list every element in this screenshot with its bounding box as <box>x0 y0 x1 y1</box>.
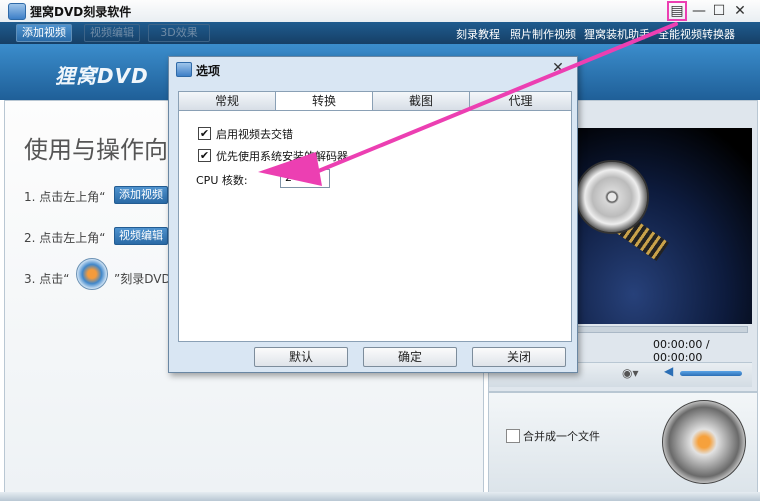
edit-video-button[interactable]: 视频编辑 <box>84 24 140 42</box>
effect-3d-button[interactable]: 3D效果 <box>148 24 210 42</box>
step-3-text: 3. 点击“ <box>24 272 70 286</box>
step-1-text: 1. 点击左上角“ <box>24 190 106 204</box>
status-strip <box>0 492 760 501</box>
step-1-add-video-button[interactable]: 添加视频 <box>114 186 168 204</box>
film-reel-icon <box>575 160 649 234</box>
cpu-cores-label: CPU 核数: <box>196 174 248 187</box>
dialog-app-icon <box>176 62 192 77</box>
volume-icon[interactable]: ◀ <box>664 364 673 378</box>
step-3-tail: ”刻录DVD <box>114 272 171 286</box>
link-install-helper[interactable]: 狸窝装机助手 <box>584 26 650 42</box>
camera-icon[interactable]: ◉▾ <box>622 366 639 380</box>
burn-button[interactable] <box>662 400 746 484</box>
add-video-button[interactable]: 添加视频 <box>16 24 72 42</box>
step-2-text: 2. 点击左上角“ <box>24 231 106 245</box>
default-button[interactable]: 默认 <box>254 347 348 367</box>
system-decoder-checkbox[interactable]: ✔ <box>198 149 211 162</box>
guide-title: 使用与操作向 <box>24 136 168 164</box>
minimize-icon[interactable]: — <box>690 2 708 20</box>
deinterlace-label: 启用视频去交错 <box>216 128 293 141</box>
chevron-down-icon[interactable]: ▼ <box>312 170 319 180</box>
link-video-converter[interactable]: 全能视频转换器 <box>658 26 735 42</box>
link-photo-video[interactable]: 照片制作视频 <box>510 26 576 42</box>
tab-proxy[interactable]: 代理 <box>469 91 572 111</box>
deinterlace-checkbox[interactable]: ✔ <box>198 127 211 140</box>
tab-general[interactable]: 常规 <box>178 91 276 111</box>
annotation-highlight-box <box>667 1 687 21</box>
tab-content-convert <box>178 110 572 342</box>
system-decoder-label: 优先使用系统安装的解码器 <box>216 150 348 163</box>
merge-checkbox[interactable] <box>506 429 520 443</box>
app-icon <box>8 3 26 20</box>
ok-button[interactable]: 确定 <box>363 347 457 367</box>
tab-convert[interactable]: 转换 <box>275 91 373 112</box>
dialog-close-icon[interactable]: ✕ <box>550 60 566 76</box>
menu-bar: 添加视频 视频编辑 3D效果 刻录教程 照片制作视频 狸窝装机助手 全能视频转换… <box>0 22 760 44</box>
banner-logo: 狸窝DVD <box>55 64 149 88</box>
burn-disc-icon <box>76 258 108 290</box>
volume-slider[interactable] <box>680 371 742 376</box>
link-burn-tutorial[interactable]: 刻录教程 <box>456 26 500 42</box>
cpu-cores-value: 2 <box>285 171 292 184</box>
time-display: 00:00:00 / 00:00:00 <box>653 338 710 364</box>
app-title: 狸窝DVD刻录软件 <box>30 5 132 19</box>
tab-screenshot[interactable]: 截图 <box>372 91 470 111</box>
merge-label: 合并成一个文件 <box>523 430 600 443</box>
close-icon[interactable]: ✕ <box>731 2 749 20</box>
step-2-edit-video-button[interactable]: 视频编辑 <box>114 227 168 245</box>
close-button[interactable]: 关闭 <box>472 347 566 367</box>
maximize-icon[interactable]: ☐ <box>710 2 728 20</box>
dialog-title: 选项 <box>196 64 221 78</box>
